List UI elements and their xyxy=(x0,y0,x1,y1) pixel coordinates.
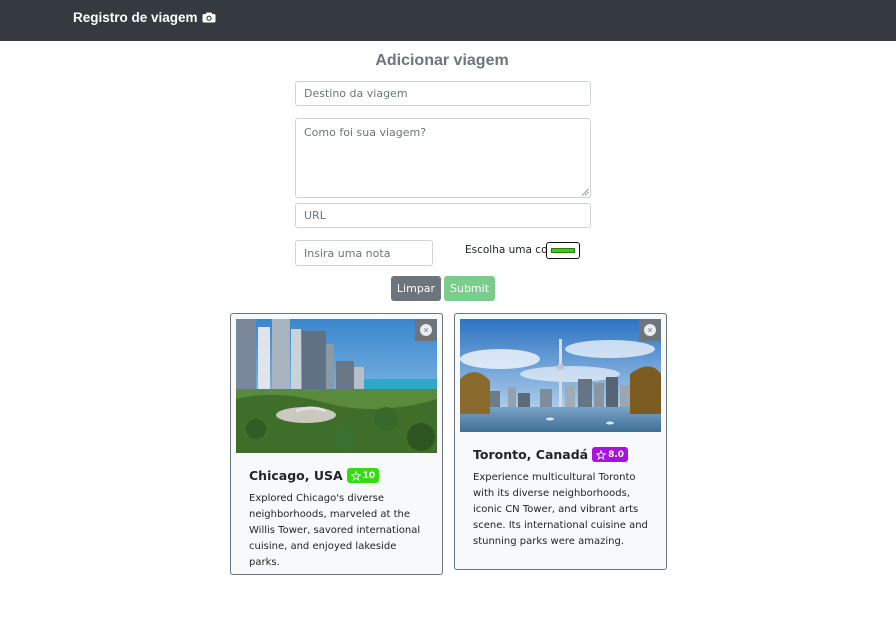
rating-input[interactable]: Insira uma nota xyxy=(295,240,433,266)
star-icon xyxy=(350,470,361,481)
trip-card: × Chicago, USA 10 Explored Chicago's div… xyxy=(230,313,443,575)
url-input[interactable]: URL xyxy=(295,203,591,228)
color-label: Escolha uma cor: xyxy=(465,244,556,256)
card-title: Toronto, Canadá 8.0 xyxy=(473,447,629,462)
card-description: Experience multicultural Toronto with it… xyxy=(473,472,648,547)
brand-title: Registro de viagem xyxy=(73,10,198,25)
trip-image xyxy=(460,319,661,432)
star-icon xyxy=(596,449,607,460)
submit-button[interactable]: Submit xyxy=(444,276,495,301)
trip-card: × Toronto, Canadá 8.0 Experience multicu… xyxy=(454,313,667,570)
remove-card-button[interactable]: × xyxy=(415,319,437,341)
rating-value: 8.0 xyxy=(608,449,625,460)
clear-button[interactable]: Limpar xyxy=(391,276,441,301)
camera-icon xyxy=(202,12,216,23)
chicago-photo xyxy=(236,319,437,453)
color-picker[interactable] xyxy=(546,242,580,259)
navbar: Registro de viagem xyxy=(0,0,896,41)
close-icon: × xyxy=(420,324,432,336)
form-title: Adicionar viagem xyxy=(375,52,509,69)
trip-image xyxy=(236,319,437,453)
card-title-text: Toronto, Canadá xyxy=(473,447,589,462)
color-picker-value xyxy=(551,248,575,253)
brand[interactable]: Registro de viagem xyxy=(73,10,216,25)
resize-grip-icon[interactable] xyxy=(581,188,589,196)
close-icon: × xyxy=(644,324,656,336)
rating-badge: 8.0 xyxy=(592,447,629,462)
rating-placeholder: Insira uma nota xyxy=(304,246,391,260)
remove-card-button[interactable]: × xyxy=(639,319,661,341)
destination-placeholder: Destino da viagem xyxy=(304,87,408,100)
url-placeholder: URL xyxy=(304,209,326,222)
toronto-photo xyxy=(460,319,661,432)
card-title: Chicago, USA 10 xyxy=(249,468,380,483)
description-textarea[interactable]: Como foi sua viagem? xyxy=(295,118,591,198)
card-title-text: Chicago, USA xyxy=(249,468,343,483)
rating-value: 10 xyxy=(362,470,376,481)
rating-badge: 10 xyxy=(346,468,380,483)
destination-input[interactable]: Destino da viagem xyxy=(295,81,591,106)
card-description: Explored Chicago's diverse neighborhoods… xyxy=(249,493,421,568)
description-placeholder: Como foi sua viagem? xyxy=(304,126,427,139)
